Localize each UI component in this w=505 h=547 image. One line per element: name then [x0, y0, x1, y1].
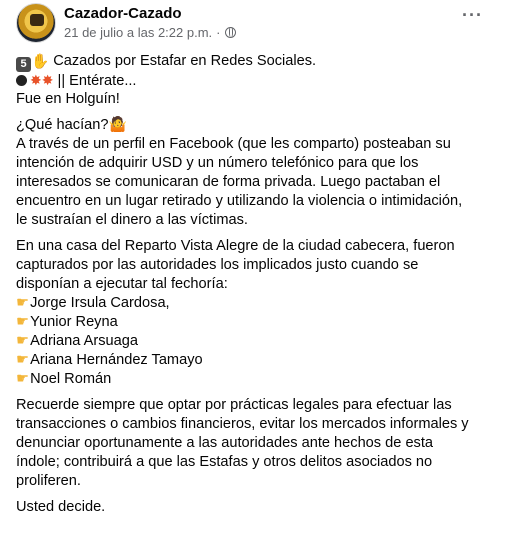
list-item: ☛Yunior Reyna	[16, 314, 118, 330]
meta-separator: ·	[216, 25, 221, 40]
paragraph-line: denunciar oportunamente a las autoridade…	[16, 435, 434, 451]
pointing-right-icon: ☛	[16, 314, 30, 330]
paragraph-line: índole; contribuirá a que las Estafas y …	[16, 454, 433, 470]
collision-icon: ✸✸	[30, 72, 54, 88]
keycap-5-icon: 5	[16, 57, 31, 72]
pointing-right-icon: ☛	[16, 371, 30, 387]
post-meta: 21 de julio a las 2:22 p.m. ·	[64, 25, 236, 40]
paragraph-line: A través de un perfil en Facebook (que l…	[16, 136, 451, 152]
raised-hand-icon: ✋	[31, 54, 50, 70]
paragraph-line: Recuerde siempre que optar por prácticas…	[16, 397, 452, 413]
list-item: ☛Ariana Hernández Tamayo	[16, 352, 203, 368]
paragraph-line: disponían a ejecutar tal fechoría:	[16, 276, 228, 292]
location-line: Fue en Holguín!	[16, 91, 120, 107]
paragraph-line: intención de adquirir USD y un número te…	[16, 155, 419, 171]
bomb-icon	[16, 75, 27, 86]
globe-icon	[224, 27, 236, 38]
post-timestamp[interactable]: 21 de julio a las 2:22 p.m.	[64, 25, 212, 40]
paragraph-line: le sustraían el dinero a las víctimas.	[16, 212, 248, 228]
page-avatar[interactable]	[16, 3, 56, 43]
headline-line: 5 ✋ Cazados por Estafar en Redes Sociales…	[16, 52, 496, 72]
paragraph-line: En una casa del Reparto Vista Alegre de …	[16, 238, 455, 254]
list-item: ☛Adriana Arsuaga	[16, 333, 139, 349]
closing-line: Usted decide.	[16, 499, 106, 515]
paragraph-line: capturados por las autoridades los impli…	[16, 257, 419, 273]
question-line: ¿Qué hacían?🤷	[16, 117, 127, 133]
paragraph-line: interesados se comunicaran de forma priv…	[16, 174, 441, 190]
paragraph-line: proliferen.	[16, 473, 81, 489]
pointing-right-icon: ☛	[16, 333, 30, 349]
page-name[interactable]: Cazador-Cazado	[64, 5, 182, 22]
pointing-right-icon: ☛	[16, 352, 30, 368]
post-text: 5 ✋ Cazados por Estafar en Redes Sociales…	[16, 52, 496, 517]
person-shrugging-icon: 🤷	[108, 117, 127, 133]
subheadline-line: ✸✸ || Entérate...	[16, 71, 496, 90]
facebook-post: Cazador-Cazado 21 de julio a las 2:22 p.…	[0, 0, 505, 547]
pointing-right-icon: ☛	[16, 295, 30, 311]
paragraph-line: encuentro en un lugar retirado y utiliza…	[16, 193, 463, 209]
list-item: ☛Noel Román	[16, 371, 112, 387]
paragraph-line: transacciones o cambios financieros, evi…	[16, 416, 469, 432]
more-options-button[interactable]: ···	[462, 6, 483, 24]
list-item: ☛Jorge Irsula Cardosa,	[16, 295, 170, 311]
